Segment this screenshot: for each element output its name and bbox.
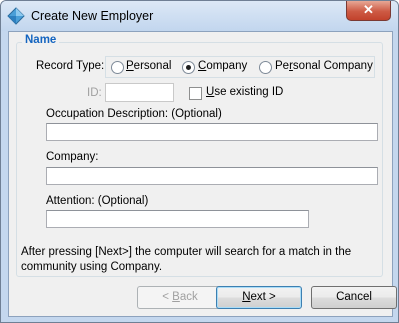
- group-legend: Name: [22, 34, 60, 46]
- radio-personal-company-label[interactable]: Personal Company: [275, 60, 373, 72]
- occupation-label: Occupation Description: (Optional): [46, 108, 222, 120]
- company-input[interactable]: [46, 167, 378, 185]
- close-icon: ✕: [363, 2, 374, 17]
- name-groupbox: Name Record Type: Personal Company Perso…: [16, 34, 383, 277]
- attention-label: Attention: (Optional): [46, 195, 149, 207]
- radio-personal-label[interactable]: Personal: [126, 60, 171, 72]
- radio-personal[interactable]: [111, 61, 124, 74]
- dialog-body: Name Record Type: Personal Company Perso…: [8, 31, 397, 317]
- radio-company[interactable]: [182, 61, 195, 74]
- dialog-window: Create New Employer ✕ Name Record Type: …: [0, 0, 399, 323]
- record-type-label: Record Type:: [36, 60, 105, 72]
- attention-input[interactable]: [46, 210, 309, 228]
- app-diamond-icon: [7, 7, 25, 25]
- radio-company-label[interactable]: Company: [198, 60, 247, 72]
- radio-personal-company[interactable]: [259, 61, 272, 74]
- record-type-options: Personal Company Personal Company: [105, 56, 375, 78]
- cancel-button[interactable]: Cancel: [311, 286, 397, 309]
- use-existing-id-checkbox[interactable]: [189, 87, 202, 100]
- back-button[interactable]: < Back: [137, 286, 223, 309]
- info-text-line1: After pressing [Next>] the computer will…: [21, 246, 352, 258]
- use-existing-id-label[interactable]: Use existing ID: [206, 86, 283, 98]
- window-title: Create New Employer: [31, 9, 154, 23]
- title-bar[interactable]: Create New Employer ✕: [1, 1, 398, 31]
- company-label: Company:: [46, 151, 99, 163]
- id-label: ID:: [87, 87, 102, 99]
- id-input[interactable]: [105, 83, 174, 102]
- info-text-line2: community using Company.: [21, 261, 163, 273]
- occupation-input[interactable]: [46, 123, 378, 141]
- next-button[interactable]: Next >: [216, 286, 302, 309]
- close-button[interactable]: ✕: [346, 1, 391, 21]
